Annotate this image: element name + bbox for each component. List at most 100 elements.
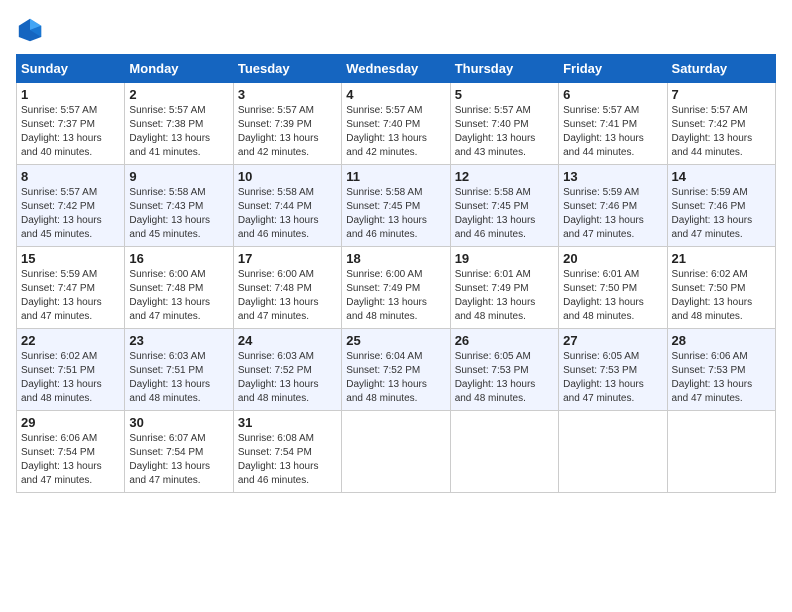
day-number: 17 <box>238 251 337 266</box>
day-number: 28 <box>672 333 771 348</box>
day-cell: 13 Sunrise: 5:59 AMSunset: 7:46 PMDaylig… <box>559 165 667 247</box>
header-cell-saturday: Saturday <box>667 55 775 83</box>
day-cell: 22 Sunrise: 6:02 AMSunset: 7:51 PMDaylig… <box>17 329 125 411</box>
day-cell: 9 Sunrise: 5:58 AMSunset: 7:43 PMDayligh… <box>125 165 233 247</box>
day-number: 3 <box>238 87 337 102</box>
day-detail: Sunrise: 5:57 AMSunset: 7:42 PMDaylight:… <box>21 186 120 242</box>
day-detail: Sunrise: 6:02 AMSunset: 7:51 PMDaylight:… <box>21 350 120 406</box>
day-cell: 19 Sunrise: 6:01 AMSunset: 7:49 PMDaylig… <box>450 247 558 329</box>
day-detail: Sunrise: 6:01 AMSunset: 7:50 PMDaylight:… <box>563 268 662 324</box>
day-number: 30 <box>129 415 228 430</box>
day-cell <box>559 411 667 493</box>
day-number: 7 <box>672 87 771 102</box>
day-detail: Sunrise: 5:57 AMSunset: 7:40 PMDaylight:… <box>455 104 554 160</box>
day-number: 4 <box>346 87 445 102</box>
day-number: 5 <box>455 87 554 102</box>
calendar-body: 1 Sunrise: 5:57 AMSunset: 7:37 PMDayligh… <box>17 83 776 493</box>
day-detail: Sunrise: 6:01 AMSunset: 7:49 PMDaylight:… <box>455 268 554 324</box>
day-detail: Sunrise: 6:05 AMSunset: 7:53 PMDaylight:… <box>563 350 662 406</box>
day-cell: 17 Sunrise: 6:00 AMSunset: 7:48 PMDaylig… <box>233 247 341 329</box>
day-number: 10 <box>238 169 337 184</box>
header-row: SundayMondayTuesdayWednesdayThursdayFrid… <box>17 55 776 83</box>
header-cell-tuesday: Tuesday <box>233 55 341 83</box>
calendar-header: SundayMondayTuesdayWednesdayThursdayFrid… <box>17 55 776 83</box>
day-detail: Sunrise: 5:59 AMSunset: 7:46 PMDaylight:… <box>672 186 771 242</box>
day-number: 23 <box>129 333 228 348</box>
day-detail: Sunrise: 6:06 AMSunset: 7:53 PMDaylight:… <box>672 350 771 406</box>
day-detail: Sunrise: 6:00 AMSunset: 7:48 PMDaylight:… <box>129 268 228 324</box>
day-cell: 4 Sunrise: 5:57 AMSunset: 7:40 PMDayligh… <box>342 83 450 165</box>
header-cell-sunday: Sunday <box>17 55 125 83</box>
day-number: 1 <box>21 87 120 102</box>
page-header <box>16 16 776 44</box>
day-cell: 10 Sunrise: 5:58 AMSunset: 7:44 PMDaylig… <box>233 165 341 247</box>
week-row-1: 1 Sunrise: 5:57 AMSunset: 7:37 PMDayligh… <box>17 83 776 165</box>
logo-icon <box>16 16 44 44</box>
day-detail: Sunrise: 6:07 AMSunset: 7:54 PMDaylight:… <box>129 432 228 488</box>
day-cell <box>450 411 558 493</box>
day-detail: Sunrise: 5:58 AMSunset: 7:45 PMDaylight:… <box>346 186 445 242</box>
day-number: 19 <box>455 251 554 266</box>
day-detail: Sunrise: 6:03 AMSunset: 7:51 PMDaylight:… <box>129 350 228 406</box>
day-detail: Sunrise: 5:58 AMSunset: 7:43 PMDaylight:… <box>129 186 228 242</box>
day-cell: 5 Sunrise: 5:57 AMSunset: 7:40 PMDayligh… <box>450 83 558 165</box>
day-number: 6 <box>563 87 662 102</box>
header-cell-friday: Friday <box>559 55 667 83</box>
day-number: 22 <box>21 333 120 348</box>
day-number: 18 <box>346 251 445 266</box>
day-cell: 23 Sunrise: 6:03 AMSunset: 7:51 PMDaylig… <box>125 329 233 411</box>
day-number: 11 <box>346 169 445 184</box>
logo <box>16 16 48 44</box>
day-number: 31 <box>238 415 337 430</box>
header-cell-thursday: Thursday <box>450 55 558 83</box>
day-cell: 16 Sunrise: 6:00 AMSunset: 7:48 PMDaylig… <box>125 247 233 329</box>
day-detail: Sunrise: 6:02 AMSunset: 7:50 PMDaylight:… <box>672 268 771 324</box>
day-detail: Sunrise: 5:57 AMSunset: 7:37 PMDaylight:… <box>21 104 120 160</box>
day-cell: 7 Sunrise: 5:57 AMSunset: 7:42 PMDayligh… <box>667 83 775 165</box>
day-cell: 24 Sunrise: 6:03 AMSunset: 7:52 PMDaylig… <box>233 329 341 411</box>
day-number: 27 <box>563 333 662 348</box>
day-detail: Sunrise: 5:57 AMSunset: 7:42 PMDaylight:… <box>672 104 771 160</box>
day-cell: 25 Sunrise: 6:04 AMSunset: 7:52 PMDaylig… <box>342 329 450 411</box>
day-cell: 12 Sunrise: 5:58 AMSunset: 7:45 PMDaylig… <box>450 165 558 247</box>
day-cell <box>342 411 450 493</box>
day-number: 26 <box>455 333 554 348</box>
day-number: 20 <box>563 251 662 266</box>
day-detail: Sunrise: 6:04 AMSunset: 7:52 PMDaylight:… <box>346 350 445 406</box>
day-number: 29 <box>21 415 120 430</box>
day-detail: Sunrise: 6:00 AMSunset: 7:48 PMDaylight:… <box>238 268 337 324</box>
day-detail: Sunrise: 5:58 AMSunset: 7:44 PMDaylight:… <box>238 186 337 242</box>
day-cell: 2 Sunrise: 5:57 AMSunset: 7:38 PMDayligh… <box>125 83 233 165</box>
day-cell: 28 Sunrise: 6:06 AMSunset: 7:53 PMDaylig… <box>667 329 775 411</box>
week-row-2: 8 Sunrise: 5:57 AMSunset: 7:42 PMDayligh… <box>17 165 776 247</box>
day-detail: Sunrise: 5:57 AMSunset: 7:40 PMDaylight:… <box>346 104 445 160</box>
day-number: 14 <box>672 169 771 184</box>
day-number: 24 <box>238 333 337 348</box>
week-row-3: 15 Sunrise: 5:59 AMSunset: 7:47 PMDaylig… <box>17 247 776 329</box>
day-detail: Sunrise: 5:58 AMSunset: 7:45 PMDaylight:… <box>455 186 554 242</box>
day-cell: 30 Sunrise: 6:07 AMSunset: 7:54 PMDaylig… <box>125 411 233 493</box>
day-detail: Sunrise: 5:59 AMSunset: 7:46 PMDaylight:… <box>563 186 662 242</box>
day-cell: 15 Sunrise: 5:59 AMSunset: 7:47 PMDaylig… <box>17 247 125 329</box>
day-number: 2 <box>129 87 228 102</box>
week-row-4: 22 Sunrise: 6:02 AMSunset: 7:51 PMDaylig… <box>17 329 776 411</box>
week-row-5: 29 Sunrise: 6:06 AMSunset: 7:54 PMDaylig… <box>17 411 776 493</box>
day-detail: Sunrise: 6:06 AMSunset: 7:54 PMDaylight:… <box>21 432 120 488</box>
day-detail: Sunrise: 5:57 AMSunset: 7:41 PMDaylight:… <box>563 104 662 160</box>
header-cell-wednesday: Wednesday <box>342 55 450 83</box>
day-cell: 31 Sunrise: 6:08 AMSunset: 7:54 PMDaylig… <box>233 411 341 493</box>
day-cell: 3 Sunrise: 5:57 AMSunset: 7:39 PMDayligh… <box>233 83 341 165</box>
header-cell-monday: Monday <box>125 55 233 83</box>
calendar-table: SundayMondayTuesdayWednesdayThursdayFrid… <box>16 54 776 493</box>
day-number: 25 <box>346 333 445 348</box>
day-detail: Sunrise: 6:03 AMSunset: 7:52 PMDaylight:… <box>238 350 337 406</box>
day-detail: Sunrise: 5:57 AMSunset: 7:39 PMDaylight:… <box>238 104 337 160</box>
day-detail: Sunrise: 6:08 AMSunset: 7:54 PMDaylight:… <box>238 432 337 488</box>
day-cell: 1 Sunrise: 5:57 AMSunset: 7:37 PMDayligh… <box>17 83 125 165</box>
day-cell: 18 Sunrise: 6:00 AMSunset: 7:49 PMDaylig… <box>342 247 450 329</box>
day-number: 16 <box>129 251 228 266</box>
day-detail: Sunrise: 5:59 AMSunset: 7:47 PMDaylight:… <box>21 268 120 324</box>
day-number: 9 <box>129 169 228 184</box>
day-cell: 27 Sunrise: 6:05 AMSunset: 7:53 PMDaylig… <box>559 329 667 411</box>
day-cell: 14 Sunrise: 5:59 AMSunset: 7:46 PMDaylig… <box>667 165 775 247</box>
